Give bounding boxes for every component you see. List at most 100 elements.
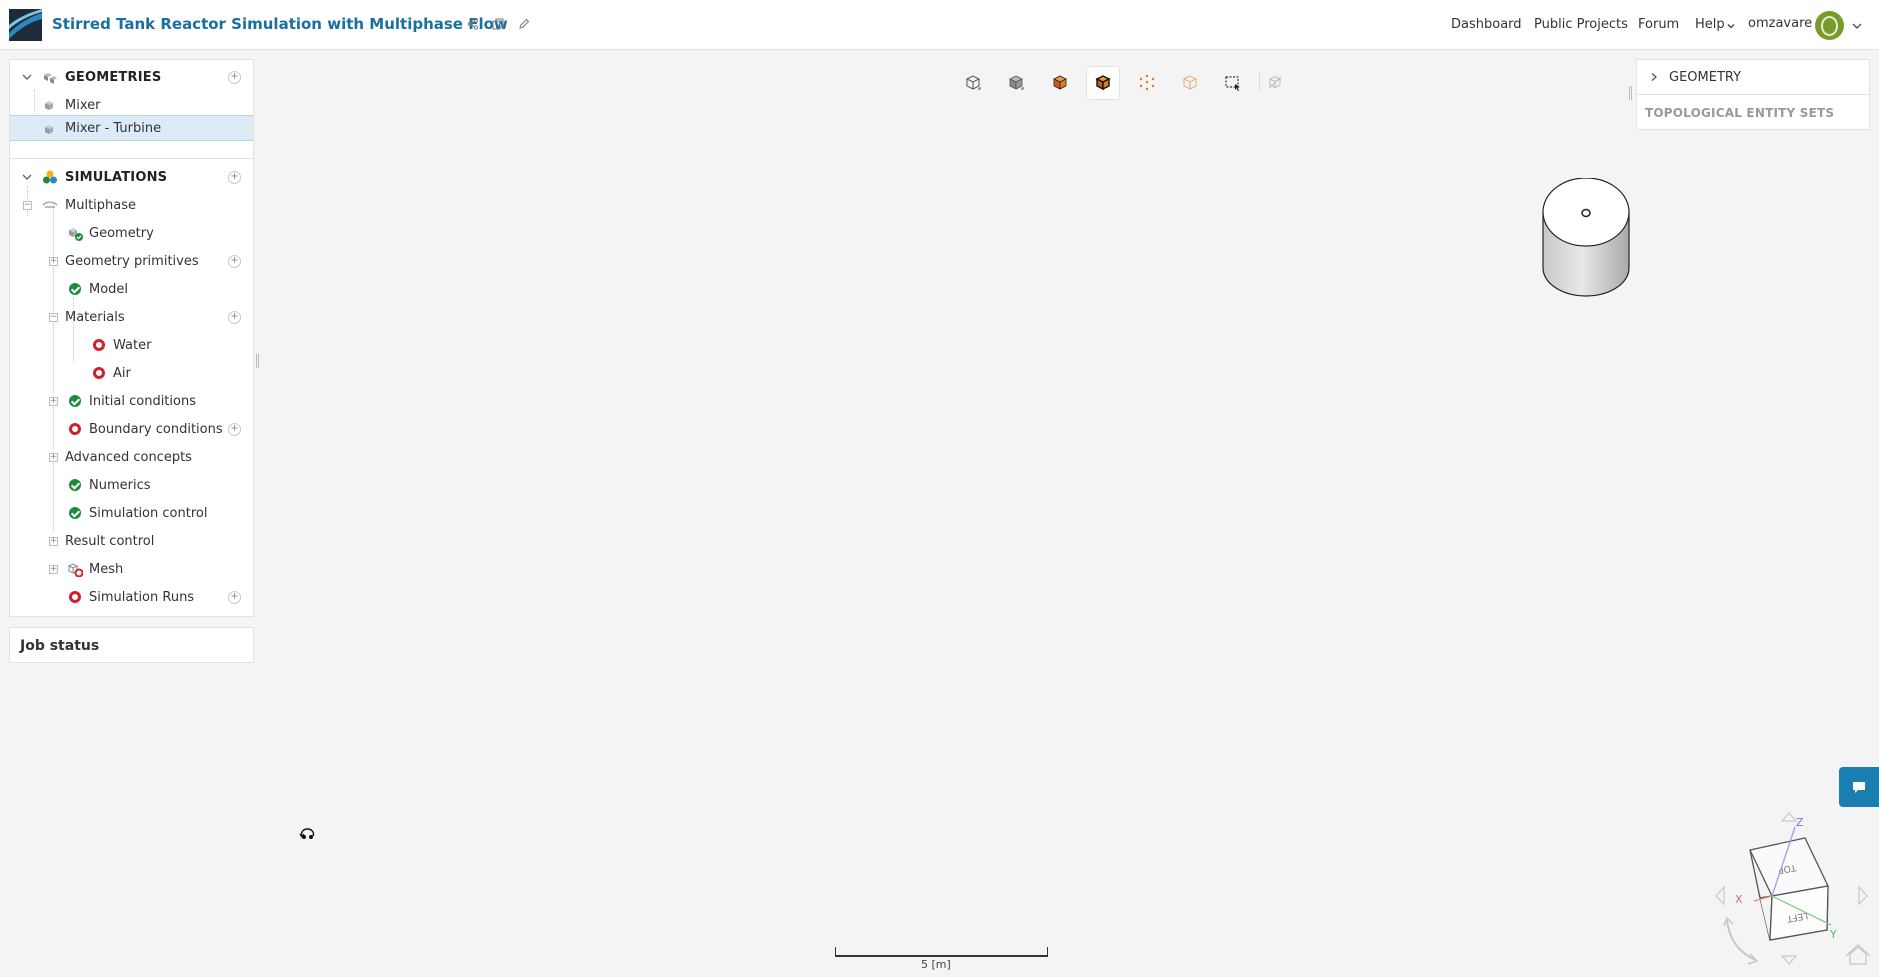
view-wireframe-button[interactable] — [1173, 66, 1207, 100]
status-ok-icon — [69, 507, 81, 519]
scale-bar — [835, 947, 1048, 957]
expand-icon[interactable]: + — [49, 453, 58, 462]
tree-item-boundary-conditions[interactable]: Boundary conditions + — [10, 416, 253, 442]
collapse-icon[interactable]: − — [23, 201, 32, 210]
help-chevron-down-icon[interactable] — [1723, 18, 1739, 34]
simscale-logo[interactable] — [9, 9, 42, 41]
tree-item-initial-conditions[interactable]: + Initial conditions — [10, 388, 253, 414]
avatar[interactable] — [1815, 11, 1844, 40]
copy-icon[interactable] — [490, 16, 506, 32]
view-perspective-button[interactable] — [956, 66, 990, 100]
geometry-icon — [45, 101, 53, 110]
expand-icon[interactable]: + — [49, 565, 58, 574]
tree-header-geometries[interactable]: GEOMETRIES + — [10, 64, 253, 90]
nav-dashboard[interactable]: Dashboard — [1451, 17, 1522, 32]
expand-icon[interactable]: + — [49, 257, 58, 266]
add-simulation-run-icon[interactable]: + — [228, 590, 241, 604]
status-error-icon — [69, 591, 81, 603]
tree-item-material-air[interactable]: Air — [10, 360, 253, 386]
edit-icon[interactable] — [516, 16, 532, 32]
tree-item-simulation-multiphase[interactable]: − Multiphase — [10, 192, 253, 218]
nav-arrow-left-icon[interactable] — [1715, 885, 1725, 906]
nav-forum[interactable]: Forum — [1638, 17, 1679, 32]
nav-public-projects[interactable]: Public Projects — [1534, 17, 1628, 32]
left-panel-resize-handle[interactable] — [256, 354, 259, 368]
view-solid-button[interactable] — [999, 66, 1033, 100]
axis-y-label: Y — [1829, 928, 1837, 941]
top-header: Stirred Tank Reactor Simulation with Mul… — [0, 0, 1879, 50]
nav-home-icon[interactable] — [1845, 944, 1871, 965]
status-error-icon — [93, 339, 105, 351]
expand-icon[interactable]: + — [49, 397, 58, 406]
tree-item-label: Air — [113, 365, 131, 381]
tree-item-simulation-control[interactable]: Simulation control — [10, 500, 253, 526]
tree-item-label: Water — [113, 337, 152, 353]
tree-item-numerics[interactable]: Numerics — [10, 472, 253, 498]
tree-item-mesh[interactable]: + Mesh — [10, 556, 253, 582]
tree-item-materials[interactable]: − Materials + — [10, 304, 253, 330]
tree-item-geometry-mixer-turbine[interactable]: Mixer - Turbine — [10, 115, 253, 141]
share-icon[interactable] — [465, 16, 481, 32]
tree-item-geometry[interactable]: Geometry — [10, 220, 253, 246]
cube-solid-icon — [1009, 75, 1024, 90]
view-shaded-button[interactable] — [1043, 66, 1077, 100]
add-simulation-icon[interactable]: + — [228, 170, 241, 184]
tree-item-model[interactable]: Model — [10, 276, 253, 302]
cube-orange-edges-icon — [1095, 75, 1111, 91]
tank-geometry-model[interactable] — [1541, 178, 1631, 298]
topological-entity-sets-label[interactable]: TOPOLOGICAL ENTITY SETS — [1645, 106, 1834, 120]
username[interactable]: omzavare — [1748, 16, 1812, 31]
axis-z-label: Z — [1796, 816, 1804, 829]
tree-item-simulation-runs[interactable]: Simulation Runs + — [10, 584, 253, 610]
chat-button[interactable] — [1839, 767, 1879, 807]
tree-item-label: Geometry primitives — [65, 253, 199, 269]
chat-bubble-icon — [1853, 782, 1865, 793]
tree-item-label: Simulation Runs — [89, 589, 195, 605]
collapse-icon[interactable]: − — [49, 313, 58, 322]
cube-outline-icon — [965, 75, 981, 90]
chevron-right-icon[interactable] — [1649, 72, 1659, 82]
tree-header-simulations[interactable]: SIMULATIONS + — [10, 164, 253, 190]
box-select-icon — [1225, 76, 1240, 91]
nav-arrow-up-icon[interactable] — [1780, 812, 1798, 822]
add-material-icon[interactable]: + — [228, 310, 241, 324]
view-points-button[interactable] — [1130, 66, 1164, 100]
tree-item-geometry-primitives[interactable]: + Geometry primitives + — [10, 248, 253, 274]
cube-wireframe-icon — [1182, 75, 1198, 90]
status-error-icon — [69, 423, 81, 435]
tree-item-advanced-concepts[interactable]: + Advanced concepts — [10, 444, 253, 470]
scale-bar-label: 5 [m] — [921, 958, 951, 971]
chevron-down-icon[interactable] — [21, 171, 33, 183]
expand-icon[interactable]: + — [49, 537, 58, 546]
hidden-geometry-button[interactable] — [1258, 66, 1292, 100]
job-status-title: Job status — [20, 638, 100, 654]
job-status-panel[interactable]: Job status — [9, 627, 254, 663]
chevron-down-icon[interactable] — [21, 71, 33, 83]
add-geometry-primitive-icon[interactable]: + — [228, 254, 241, 268]
user-chevron-down-icon[interactable] — [1849, 18, 1865, 34]
nav-arrow-right-icon[interactable] — [1858, 885, 1868, 906]
add-geometry-icon[interactable]: + — [228, 70, 241, 84]
simulation-name: Multiphase — [65, 197, 137, 213]
tree-item-label: Result control — [65, 533, 155, 549]
tree-item-result-control[interactable]: + Result control — [10, 528, 253, 554]
tree-item-label: Initial conditions — [89, 393, 196, 409]
geometry-section-header[interactable]: GEOMETRY — [1637, 60, 1869, 95]
tree-divider — [10, 158, 253, 159]
box-select-button[interactable] — [1216, 66, 1250, 100]
tree-item-label: Geometry — [89, 225, 154, 241]
tree-item-label: Advanced concepts — [65, 449, 192, 465]
status-error-icon — [93, 367, 105, 379]
navigation-cube[interactable]: TOP LEFT X Z Y — [1710, 808, 1875, 968]
right-panel-resize-handle[interactable] — [1629, 86, 1632, 100]
multiphase-icon — [42, 201, 58, 208]
nav-help[interactable]: Help — [1695, 17, 1725, 32]
tree-item-material-water[interactable]: Water — [10, 332, 253, 358]
view-shaded-edges-button[interactable] — [1086, 66, 1120, 100]
simulations-icon — [43, 170, 57, 184]
nav-arrow-down-icon[interactable] — [1780, 955, 1798, 965]
axis-x-label: X — [1735, 893, 1743, 906]
status-ok-icon — [69, 283, 81, 295]
add-boundary-condition-icon[interactable]: + — [228, 422, 241, 436]
nav-rotate-icon[interactable] — [1723, 916, 1759, 965]
